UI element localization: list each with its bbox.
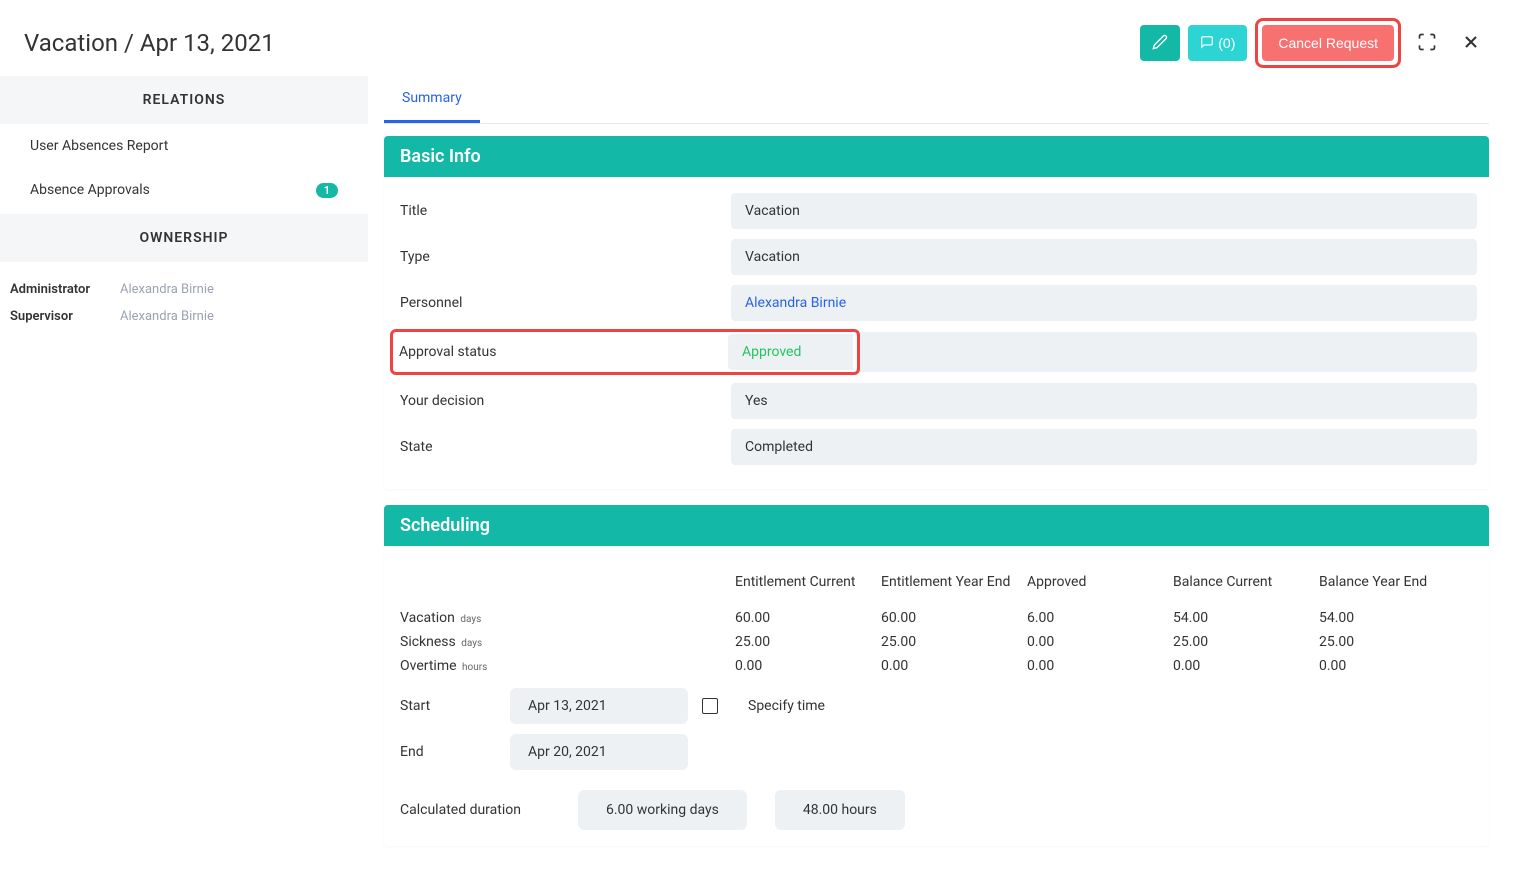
ownership-role: Supervisor: [10, 309, 120, 324]
cell: 6.00: [1027, 606, 1173, 630]
title-value: Vacation: [731, 193, 1477, 229]
cell: 54.00: [1173, 606, 1319, 630]
state-value: Completed: [731, 429, 1477, 465]
cell: 60.00: [881, 606, 1027, 630]
duration-hours: 48.00 hours: [775, 790, 905, 830]
main-content: Summary Basic Info Title Vacation Type V…: [384, 76, 1513, 862]
ownership-header: OWNERSHIP: [0, 214, 368, 262]
end-label: End: [400, 744, 510, 760]
relations-header: RELATIONS: [0, 76, 368, 124]
col-header: Balance Year End: [1319, 570, 1465, 606]
col-header: Entitlement Year End: [881, 570, 1027, 606]
cell: 25.00: [881, 630, 1027, 654]
col-header: Balance Current: [1173, 570, 1319, 606]
header-actions: (0) Cancel Request: [1140, 18, 1489, 68]
decision-value: Yes: [731, 383, 1477, 419]
comment-icon: [1200, 35, 1214, 52]
state-label: State: [396, 439, 731, 455]
end-date[interactable]: Apr 20, 2021: [510, 734, 688, 770]
scheduling-card: Scheduling Entitlement Current Entitleme…: [384, 505, 1489, 846]
cancel-highlight: Cancel Request: [1255, 18, 1401, 68]
specify-time-checkbox[interactable]: [702, 698, 718, 714]
sidebar-item-label: User Absences Report: [30, 138, 168, 154]
personnel-value[interactable]: Alexandra Birnie: [731, 285, 1477, 321]
decision-label: Your decision: [396, 393, 731, 409]
close-icon: [1461, 32, 1481, 55]
edit-button[interactable]: [1140, 25, 1180, 61]
row-label: Sickness days: [400, 630, 735, 654]
sidebar-item-absence-approvals[interactable]: Absence Approvals 1: [0, 168, 368, 212]
approval-status-value: Approved: [742, 344, 801, 360]
pencil-icon: [1152, 34, 1168, 53]
cell: 60.00: [735, 606, 881, 630]
cell: 25.00: [735, 630, 881, 654]
cell: 0.00: [1027, 654, 1173, 678]
row-label: Overtime hours: [400, 654, 735, 678]
ownership-name: Alexandra Birnie: [120, 282, 214, 297]
row-label: Vacation days: [400, 606, 735, 630]
cell: 54.00: [1319, 606, 1465, 630]
cancel-request-button[interactable]: Cancel Request: [1262, 25, 1394, 61]
page-title: Vacation / Apr 13, 2021: [24, 29, 275, 57]
cell: 25.00: [1173, 630, 1319, 654]
cell: 0.00: [735, 654, 881, 678]
type-value: Vacation: [731, 239, 1477, 275]
title-label: Title: [396, 203, 731, 219]
specify-time-label: Specify time: [748, 698, 825, 714]
cell: 25.00: [1319, 630, 1465, 654]
approval-status-label: Approval status: [395, 344, 728, 360]
basic-info-card: Basic Info Title Vacation Type Vacation …: [384, 136, 1489, 489]
type-label: Type: [396, 249, 731, 265]
scheduling-grid: Entitlement Current Entitlement Year End…: [400, 570, 1465, 678]
ownership-row: Administrator Alexandra Birnie: [0, 276, 368, 303]
start-date[interactable]: Apr 13, 2021: [510, 688, 688, 724]
comments-button[interactable]: (0): [1188, 25, 1247, 61]
duration-label: Calculated duration: [400, 802, 550, 818]
tab-summary[interactable]: Summary: [384, 76, 480, 123]
sidebar: RELATIONS User Absences Report Absence A…: [0, 76, 368, 862]
fullscreen-button[interactable]: [1409, 25, 1445, 61]
cell: 0.00: [1173, 654, 1319, 678]
start-label: Start: [400, 698, 510, 714]
cell: 0.00: [1319, 654, 1465, 678]
cell: 0.00: [1027, 630, 1173, 654]
ownership-name: Alexandra Birnie: [120, 309, 214, 324]
badge: 1: [316, 183, 338, 198]
sidebar-item-label: Absence Approvals: [30, 182, 150, 198]
close-button[interactable]: [1453, 25, 1489, 61]
basic-info-header: Basic Info: [384, 136, 1489, 177]
scheduling-header: Scheduling: [384, 505, 1489, 546]
duration-days: 6.00 working days: [578, 790, 747, 830]
approval-highlight: Approval status Approved: [390, 329, 860, 375]
cell: 0.00: [881, 654, 1027, 678]
col-header: Approved: [1027, 570, 1173, 606]
tabs: Summary: [384, 76, 1489, 124]
ownership-role: Administrator: [10, 282, 120, 297]
ownership-row: Supervisor Alexandra Birnie: [0, 303, 368, 330]
personnel-label: Personnel: [396, 295, 731, 311]
sidebar-item-user-absences[interactable]: User Absences Report: [0, 124, 368, 168]
col-header: Entitlement Current: [735, 570, 881, 606]
fullscreen-icon: [1417, 32, 1437, 55]
comments-count: (0): [1218, 35, 1235, 51]
